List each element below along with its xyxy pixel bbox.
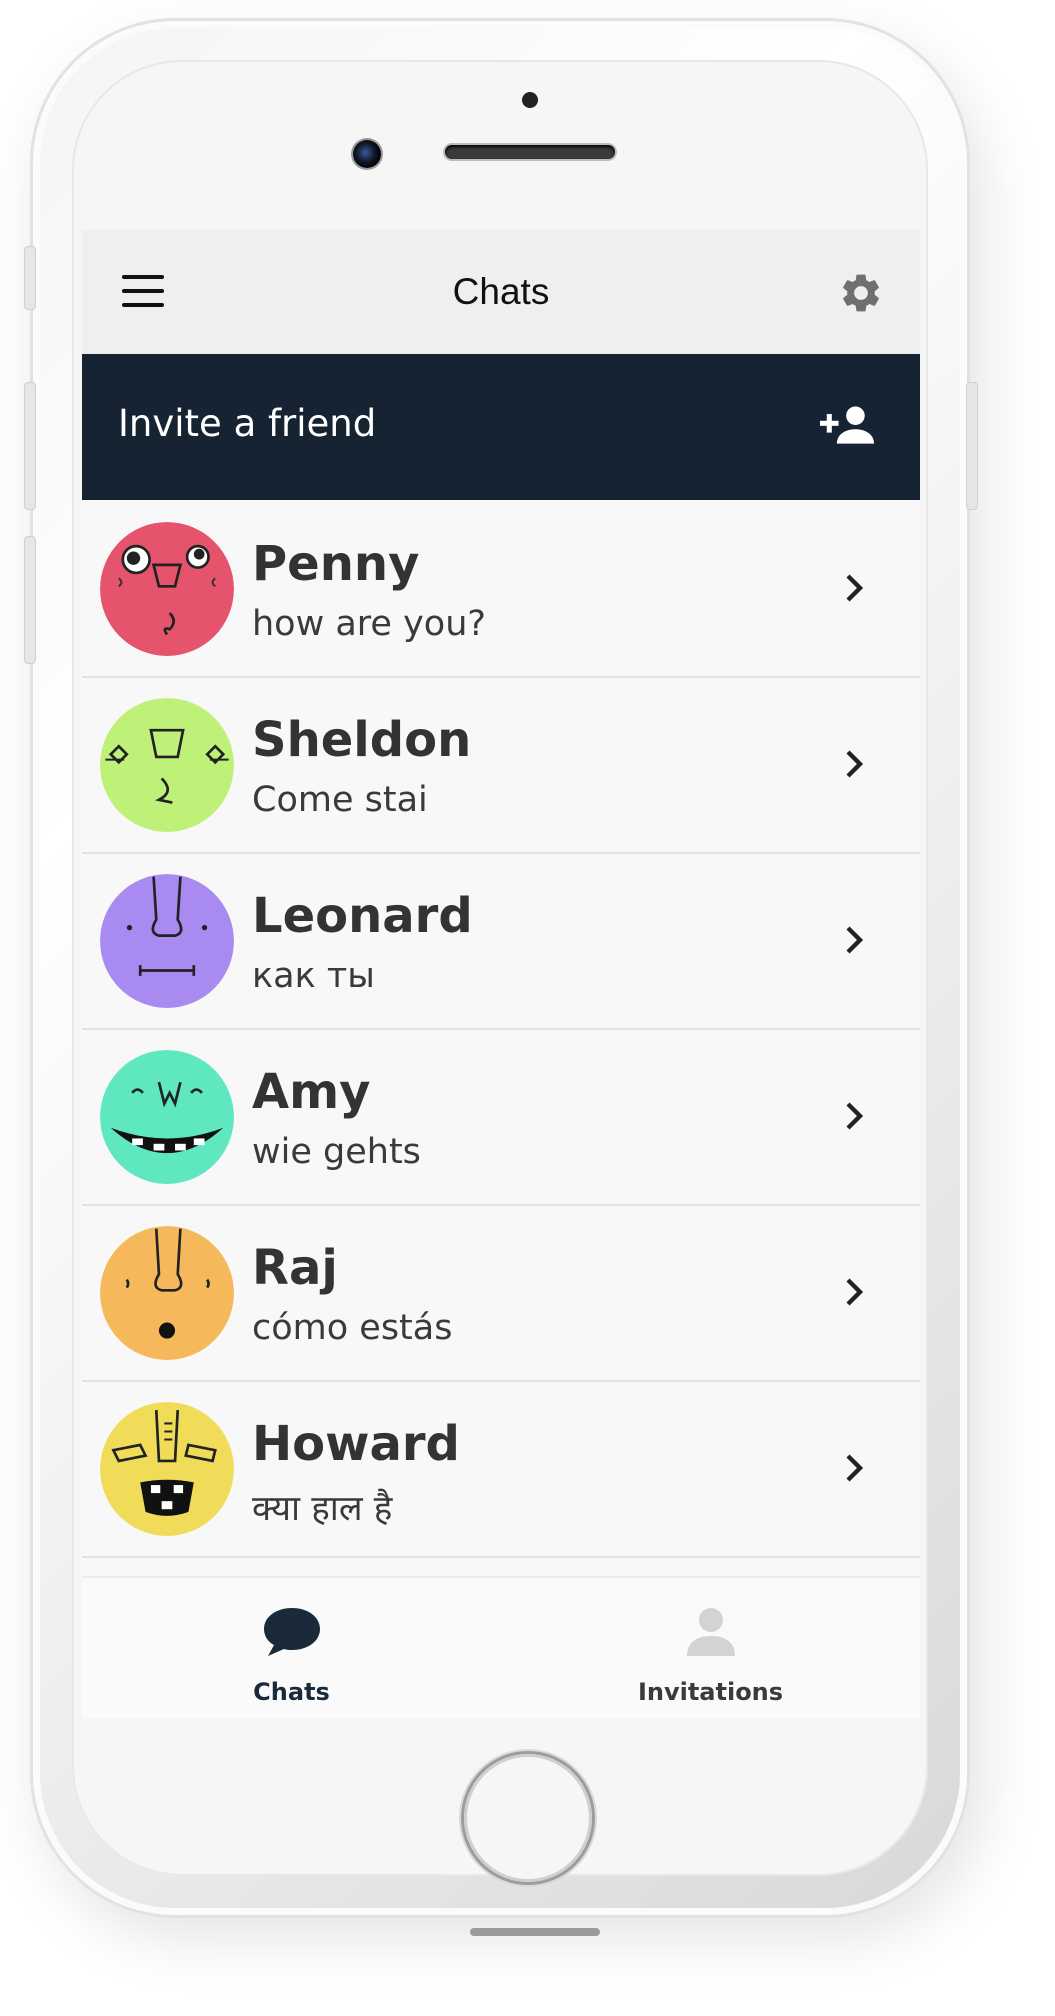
chevron-right-icon [846, 1102, 864, 1130]
chevron-right-icon [846, 574, 864, 602]
contact-name: Sheldon [252, 712, 472, 768]
proximity-sensor [522, 92, 538, 108]
chat-row-raj[interactable]: Raj cómo estás [82, 1206, 920, 1382]
tab-invitations[interactable]: Invitations [501, 1578, 920, 1718]
invite-friend-button[interactable]: Invite a friend [82, 354, 920, 500]
invite-label: Invite a friend [118, 402, 377, 445]
hamburger-menu-icon[interactable] [122, 275, 164, 307]
avatar [100, 522, 234, 656]
chat-row-leonard[interactable]: Leonard как ты [82, 854, 920, 1030]
last-message: क्या हाल है [252, 1489, 393, 1529]
chevron-right-icon [846, 926, 864, 954]
bottom-tab-bar: Chats Invitations [82, 1576, 920, 1718]
tab-chats[interactable]: Chats [82, 1578, 501, 1718]
last-message: wie gehts [252, 1132, 421, 1172]
contact-name: Raj [252, 1240, 338, 1296]
person-icon [686, 1608, 735, 1656]
chat-row-howard[interactable]: Howard क्या हाल है [82, 1382, 920, 1558]
contact-name: Penny [252, 536, 420, 592]
avatar [100, 1402, 234, 1536]
app-screen: Chats Invite a friend Penny how are you?… [82, 230, 920, 1718]
contact-name: Amy [252, 1064, 371, 1120]
chat-row-sheldon[interactable]: Sheldon Come stai [82, 678, 920, 854]
avatar [100, 1050, 234, 1184]
last-message: как ты [252, 956, 375, 996]
chat-list: Penny how are you? Sheldon Come stai Leo… [82, 502, 920, 1558]
home-button[interactable] [464, 1754, 592, 1882]
earpiece-speaker [445, 145, 615, 159]
chat-row-penny[interactable]: Penny how are you? [82, 502, 920, 678]
contact-name: Howard [252, 1416, 460, 1472]
avatar [100, 698, 234, 832]
chat-row-amy[interactable]: Amy wie gehts [82, 1030, 920, 1206]
avatar [100, 874, 234, 1008]
gear-icon[interactable] [838, 270, 884, 316]
app-header: Chats [82, 230, 920, 354]
mute-switch[interactable] [24, 246, 36, 310]
tab-label: Invitations [637, 1678, 784, 1706]
last-message: cómo estás [252, 1308, 453, 1348]
chevron-right-icon [846, 1454, 864, 1482]
contact-name: Leonard [252, 888, 473, 944]
tab-label: Chats [253, 1678, 330, 1706]
last-message: Come stai [252, 780, 428, 820]
chevron-right-icon [846, 1278, 864, 1306]
last-message: how are you? [252, 604, 486, 644]
page-title: Chats [452, 271, 550, 312]
volume-down-button[interactable] [24, 536, 36, 664]
lightning-port [470, 1928, 600, 1936]
chat-bubble-icon [263, 1608, 320, 1656]
chevron-right-icon [846, 750, 864, 778]
add-user-icon [820, 406, 874, 444]
power-button[interactable] [966, 382, 978, 510]
avatar [100, 1226, 234, 1360]
volume-up-button[interactable] [24, 382, 36, 510]
front-camera [353, 140, 381, 168]
